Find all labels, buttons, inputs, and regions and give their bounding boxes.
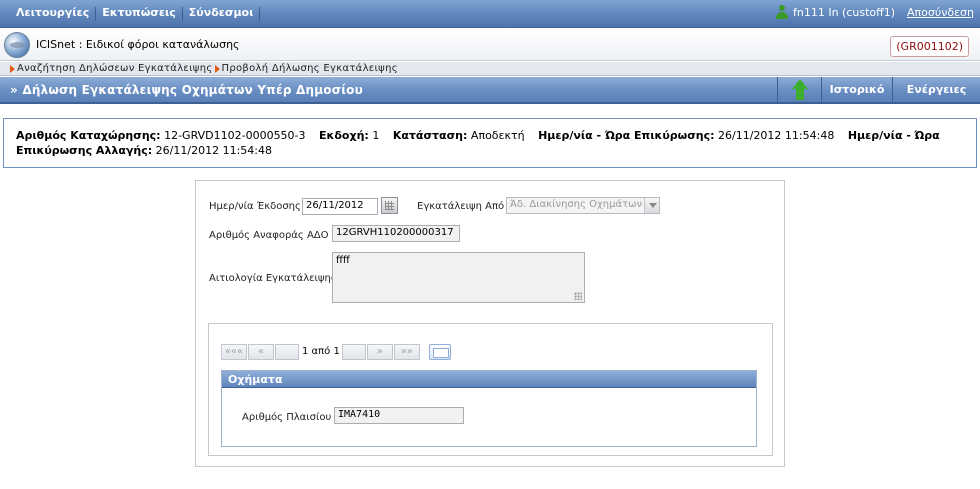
screen-code-button[interactable]: (GR001102) bbox=[890, 36, 969, 57]
pager-info: 1 από 1 bbox=[302, 346, 340, 357]
chassis-label: Αριθμός Πλαισίου bbox=[242, 412, 332, 423]
user-name: fn111 In (custoff1) bbox=[793, 5, 896, 19]
menu-item-links[interactable]: Σύνδεσμοι bbox=[183, 6, 260, 21]
reg-label: Αριθμός Καταχώρησης: bbox=[16, 129, 161, 142]
change-value: 26/11/2012 11:54:48 bbox=[155, 144, 272, 157]
upload-button[interactable] bbox=[777, 77, 821, 102]
menu-item-functions[interactable]: Λειτουργίες bbox=[10, 6, 95, 21]
ado-number-field: 12GRVH110200000317 bbox=[332, 225, 460, 242]
history-button[interactable]: Ιστορικό bbox=[821, 77, 892, 102]
vehicles-header: Οχήματα bbox=[222, 371, 756, 388]
user-icon bbox=[775, 5, 789, 19]
version-value: 1 bbox=[372, 129, 380, 142]
pager-last-button[interactable]: »» bbox=[393, 343, 420, 360]
resize-grip-icon[interactable] bbox=[574, 292, 582, 300]
status-label: Κατάσταση: bbox=[392, 129, 468, 142]
globe-logo-icon bbox=[4, 32, 30, 58]
menu-separator bbox=[259, 7, 261, 21]
vehicle-panel: Οχήματα Αριθμός Πλαισίου IMA7410 bbox=[221, 370, 757, 447]
declaration-form: Ημερ/νία Έκδοσης 26/11/2012 Εγκατάλειψη … bbox=[195, 180, 785, 467]
pager-first-button[interactable]: ««« bbox=[221, 343, 247, 360]
pager-page-input[interactable] bbox=[275, 343, 299, 360]
user-area: fn111 In (custoff1) Αποσύνδεση bbox=[775, 5, 974, 19]
main-menu: Λειτουργίες Εκτυπώσεις Σύνδεσμοι bbox=[10, 6, 261, 21]
vehicles-section: ««« « 1 από 1 » »» Οχήματα Αριθμός Πλαισ… bbox=[208, 323, 773, 456]
actions-button[interactable]: Ενέργειες bbox=[892, 77, 980, 102]
breadcrumb-view-declaration[interactable]: Προβολή Δήλωσης Εγκατάλειψης bbox=[222, 63, 398, 74]
pager-next-button[interactable]: » bbox=[366, 343, 393, 360]
ado-label: Αριθμός Αναφοράς ΑΔΟ bbox=[209, 230, 329, 241]
breadcrumb: Αναζήτηση Δηλώσεων Εγκατάλειψης Προβολή … bbox=[0, 62, 980, 76]
confirm-label: Ημερ/νία - Ώρα Επικύρωσης: bbox=[538, 129, 715, 142]
logout-link[interactable]: Αποσύνδεση bbox=[907, 6, 974, 19]
page-title-bar: » Δήλωση Εγκατάλειψης Οχημάτων Υπέρ Δημο… bbox=[0, 77, 980, 104]
reason-label: Αιτιολογία Εγκατάλειψης bbox=[209, 273, 337, 284]
reason-textarea[interactable]: ffff bbox=[332, 252, 585, 303]
page-title: » Δήλωση Εγκατάλειψης Οχημάτων Υπέρ Δημο… bbox=[10, 83, 363, 97]
reason-value: ffff bbox=[336, 255, 350, 266]
abandon-from-select[interactable]: Άδ. Διακίνησης Οχημάτων bbox=[506, 197, 660, 214]
version-label: Εκδοχή: bbox=[319, 129, 369, 142]
abandon-from-label: Εγκατάλειψη Από bbox=[417, 201, 505, 212]
up-arrow-icon bbox=[790, 78, 810, 101]
pager: ««« « 1 από 1 » »» bbox=[221, 343, 451, 360]
app-title: ICISnet : Ειδικοί φόροι κατανάλωσης bbox=[36, 38, 240, 51]
breadcrumb-search-declarations[interactable]: Αναζήτηση Δηλώσεων Εγκατάλειψης bbox=[17, 63, 213, 74]
declaration-info: Αριθμός Καταχώρησης: 12-GRVD1102-0000550… bbox=[3, 118, 977, 168]
pager-goto-input[interactable] bbox=[341, 343, 366, 360]
breadcrumb-arrow-icon bbox=[214, 64, 220, 73]
change-label-a: Ημερ/νία - bbox=[847, 129, 911, 142]
reg-value: 12-GRVD1102-0000550-3 bbox=[164, 129, 306, 142]
pager-prev-button[interactable]: « bbox=[248, 343, 274, 360]
confirm-value: 26/11/2012 11:54:48 bbox=[718, 129, 835, 142]
window-icon[interactable] bbox=[428, 343, 451, 360]
app-header: ICISnet : Ειδικοί φόροι κατανάλωσης (GR0… bbox=[0, 29, 980, 61]
chassis-number-field: IMA7410 bbox=[334, 407, 464, 424]
issue-date-label: Ημερ/νία Έκδοσης bbox=[209, 201, 301, 212]
breadcrumb-arrow-icon bbox=[10, 64, 15, 73]
top-menu-bar: Λειτουργίες Εκτυπώσεις Σύνδεσμοι fn111 I… bbox=[0, 0, 980, 28]
issue-date-input[interactable]: 26/11/2012 bbox=[302, 198, 378, 215]
status-value: Αποδεκτή bbox=[470, 129, 525, 142]
menu-item-prints[interactable]: Εκτυπώσεις bbox=[96, 6, 182, 21]
chevron-down-icon bbox=[644, 198, 659, 213]
abandon-from-value: Άδ. Διακίνησης Οχημάτων bbox=[510, 199, 643, 210]
calendar-icon[interactable] bbox=[381, 197, 398, 214]
